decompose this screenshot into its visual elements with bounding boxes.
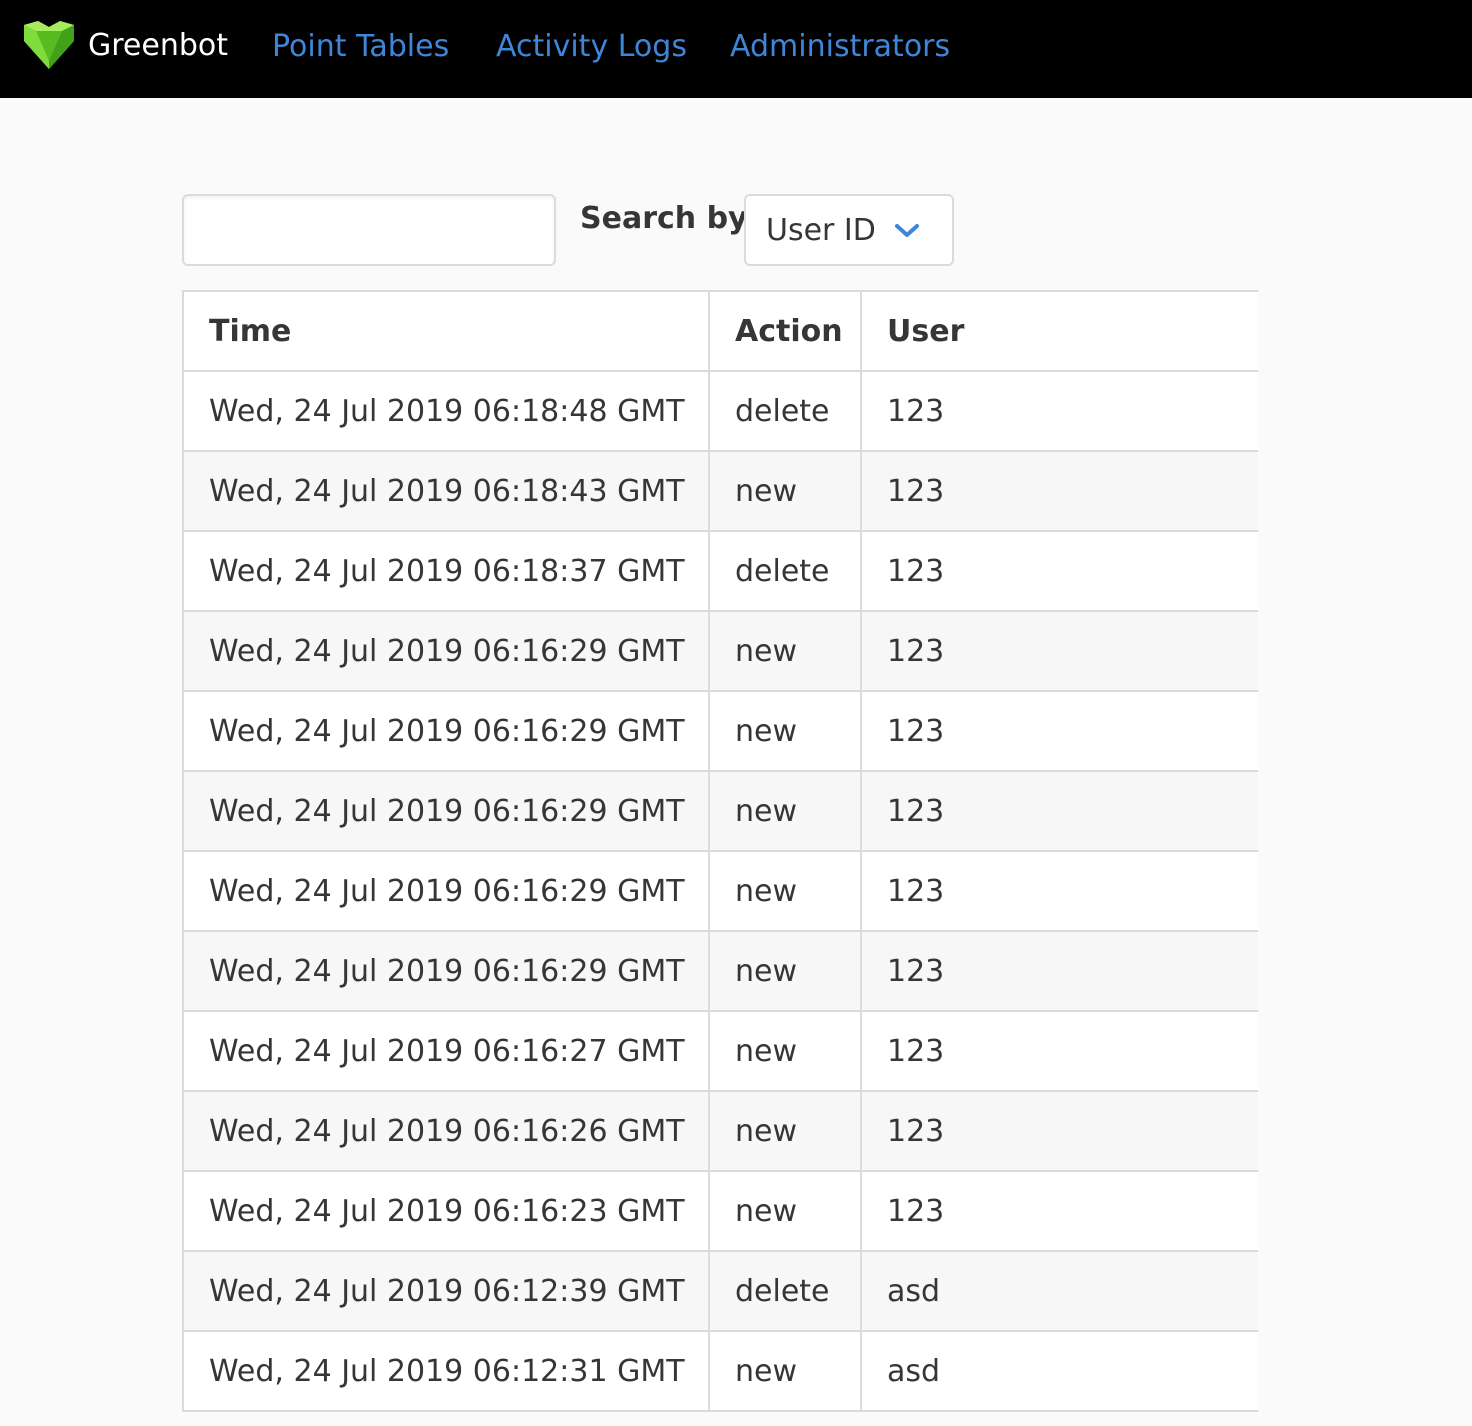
- cell-time: Wed, 24 Jul 2019 06:16:27 GMT: [182, 1010, 710, 1092]
- table-row: Wed, 24 Jul 2019 06:18:43 GMT new 123: [182, 450, 1258, 532]
- cell-action: new: [708, 850, 862, 932]
- cell-time: Wed, 24 Jul 2019 06:16:29 GMT: [182, 770, 710, 852]
- cell-action: new: [708, 930, 862, 1012]
- table-row: Wed, 24 Jul 2019 06:16:23 GMT new 123: [182, 1170, 1258, 1252]
- cell-time: Wed, 24 Jul 2019 06:18:43 GMT: [182, 450, 710, 532]
- search-by-label: Search by:: [580, 201, 760, 236]
- cell-action: delete: [708, 530, 862, 612]
- cell-user: 123: [860, 370, 1258, 452]
- column-header-action: Action: [708, 290, 862, 372]
- brand-name: Greenbot: [88, 28, 229, 63]
- cell-time: Wed, 24 Jul 2019 06:12:39 GMT: [182, 1250, 710, 1332]
- search-by-select[interactable]: User ID: [744, 194, 954, 266]
- cell-time: Wed, 24 Jul 2019 06:16:29 GMT: [182, 690, 710, 772]
- cell-action: new: [708, 450, 862, 532]
- cell-user: 123: [860, 1170, 1258, 1252]
- brand[interactable]: Greenbot: [22, 18, 228, 74]
- cell-user: 123: [860, 690, 1258, 772]
- cell-user: 123: [860, 930, 1258, 1012]
- cell-user: 123: [860, 850, 1258, 932]
- cell-time: Wed, 24 Jul 2019 06:16:26 GMT: [182, 1090, 710, 1172]
- table-row: Wed, 24 Jul 2019 06:16:29 GMT new 123: [182, 690, 1258, 772]
- cell-action: new: [708, 690, 862, 772]
- cell-time: Wed, 24 Jul 2019 06:18:48 GMT: [182, 370, 710, 452]
- table-row: Wed, 24 Jul 2019 06:16:27 GMT new 123: [182, 1010, 1258, 1092]
- column-header-user: User: [860, 290, 1258, 372]
- search-by-select-value: User ID: [766, 212, 876, 248]
- cell-time: Wed, 24 Jul 2019 06:12:31 GMT: [182, 1330, 710, 1412]
- cell-time: Wed, 24 Jul 2019 06:16:29 GMT: [182, 610, 710, 692]
- cell-user: 123: [860, 450, 1258, 532]
- activity-log-table-container[interactable]: Time Action User Wed, 24 Jul 2019 06:18:…: [182, 290, 1258, 1426]
- chevron-down-icon: [895, 224, 919, 237]
- cell-user: 123: [860, 530, 1258, 612]
- table-row: Wed, 24 Jul 2019 06:12:39 GMT delete asd: [182, 1250, 1258, 1332]
- table-row: Wed, 24 Jul 2019 06:16:29 GMT new 123: [182, 770, 1258, 852]
- cell-time: Wed, 24 Jul 2019 06:18:37 GMT: [182, 530, 710, 612]
- activity-log-table: Time Action User Wed, 24 Jul 2019 06:18:…: [182, 290, 1258, 1412]
- navbar: Greenbot Point Tables Activity Logs Admi…: [0, 0, 1472, 98]
- table-row: Wed, 24 Jul 2019 06:12:31 GMT new asd: [182, 1330, 1258, 1412]
- cell-user: 123: [860, 1090, 1258, 1172]
- cell-time: Wed, 24 Jul 2019 06:16:29 GMT: [182, 930, 710, 1012]
- cell-action: new: [708, 610, 862, 692]
- cell-action: new: [708, 1090, 862, 1172]
- cell-action: delete: [708, 370, 862, 452]
- column-header-time: Time: [182, 290, 710, 372]
- cell-action: new: [708, 1170, 862, 1252]
- cell-user: asd: [860, 1250, 1258, 1332]
- table-row: Wed, 24 Jul 2019 06:16:26 GMT new 123: [182, 1090, 1258, 1172]
- nav-link-activity-logs[interactable]: Activity Logs: [496, 29, 687, 65]
- cell-user: 123: [860, 610, 1258, 692]
- cell-action: new: [708, 770, 862, 852]
- green-heart-gem-icon: [24, 21, 74, 69]
- cell-user: asd: [860, 1330, 1258, 1412]
- table-row: Wed, 24 Jul 2019 06:18:37 GMT delete 123: [182, 530, 1258, 612]
- cell-action: new: [708, 1010, 862, 1092]
- nav-link-administrators[interactable]: Administrators: [730, 29, 950, 65]
- table-row: Wed, 24 Jul 2019 06:18:48 GMT delete 123: [182, 370, 1258, 452]
- table-row: Wed, 24 Jul 2019 06:16:29 GMT new 123: [182, 930, 1258, 1012]
- cell-time: Wed, 24 Jul 2019 06:16:23 GMT: [182, 1170, 710, 1252]
- table-row: Wed, 24 Jul 2019 06:16:29 GMT new 123: [182, 850, 1258, 932]
- cell-action: delete: [708, 1250, 862, 1332]
- cell-user: 123: [860, 1010, 1258, 1092]
- search-input[interactable]: [182, 194, 556, 266]
- cell-time: Wed, 24 Jul 2019 06:16:29 GMT: [182, 850, 710, 932]
- cell-action: new: [708, 1330, 862, 1412]
- table-row: Wed, 24 Jul 2019 06:16:29 GMT new 123: [182, 610, 1258, 692]
- nav-link-point-tables[interactable]: Point Tables: [272, 29, 449, 65]
- cell-user: 123: [860, 770, 1258, 852]
- table-header-row: Time Action User: [182, 290, 1258, 372]
